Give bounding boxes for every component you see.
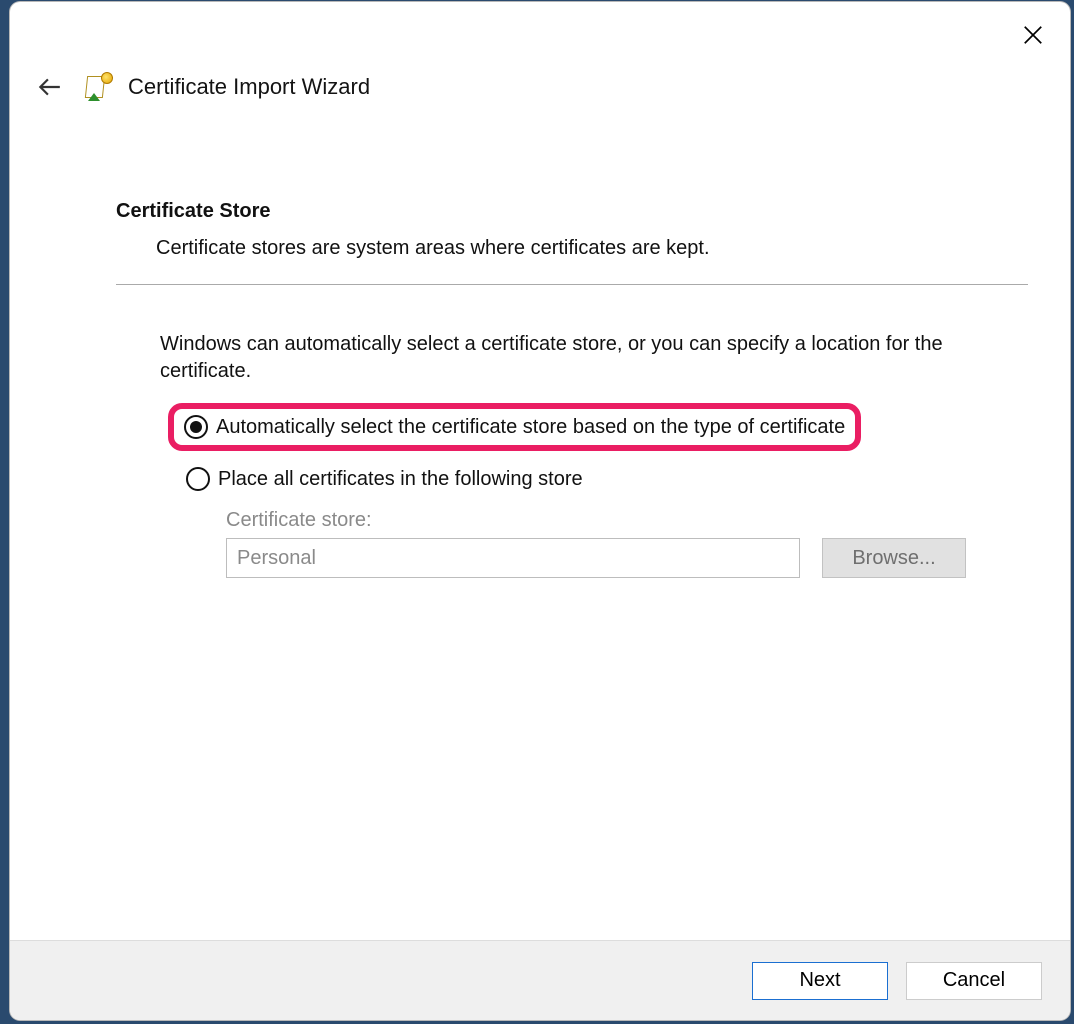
section-instruction: Windows can automatically select a certi… bbox=[160, 331, 990, 385]
next-button[interactable]: Next bbox=[752, 962, 888, 1000]
radio-auto-select-label: Automatically select the certificate sto… bbox=[216, 416, 845, 439]
certificate-store-input bbox=[226, 538, 800, 578]
wizard-header: Certificate Import Wizard bbox=[10, 2, 1070, 104]
radio-place-in-store-label: Place all certificates in the following … bbox=[218, 468, 583, 491]
radio-auto-select[interactable] bbox=[184, 415, 208, 439]
divider bbox=[116, 284, 1028, 285]
wizard-content: Certificate Store Certificate stores are… bbox=[10, 104, 1070, 940]
option-place-in-store: Place all certificates in the following … bbox=[186, 467, 1028, 491]
radio-place-in-store[interactable] bbox=[186, 467, 210, 491]
section-heading: Certificate Store bbox=[116, 200, 1028, 223]
certificate-import-wizard-dialog: Certificate Import Wizard Certificate St… bbox=[10, 2, 1070, 1020]
wizard-footer: Next Cancel bbox=[10, 940, 1070, 1020]
certificate-store-block: Certificate store: Browse... bbox=[226, 509, 1028, 578]
browse-button: Browse... bbox=[822, 538, 966, 578]
back-button[interactable] bbox=[32, 70, 66, 104]
close-button[interactable] bbox=[1018, 20, 1048, 50]
back-arrow-icon bbox=[36, 74, 62, 100]
highlighted-option: Automatically select the certificate sto… bbox=[168, 403, 861, 451]
certificate-store-label: Certificate store: bbox=[226, 509, 1028, 532]
section-description: Certificate stores are system areas wher… bbox=[156, 237, 1028, 260]
cancel-button[interactable]: Cancel bbox=[906, 962, 1042, 1000]
certificate-wizard-icon bbox=[84, 72, 114, 102]
wizard-title: Certificate Import Wizard bbox=[128, 74, 370, 100]
close-icon bbox=[1022, 24, 1044, 46]
